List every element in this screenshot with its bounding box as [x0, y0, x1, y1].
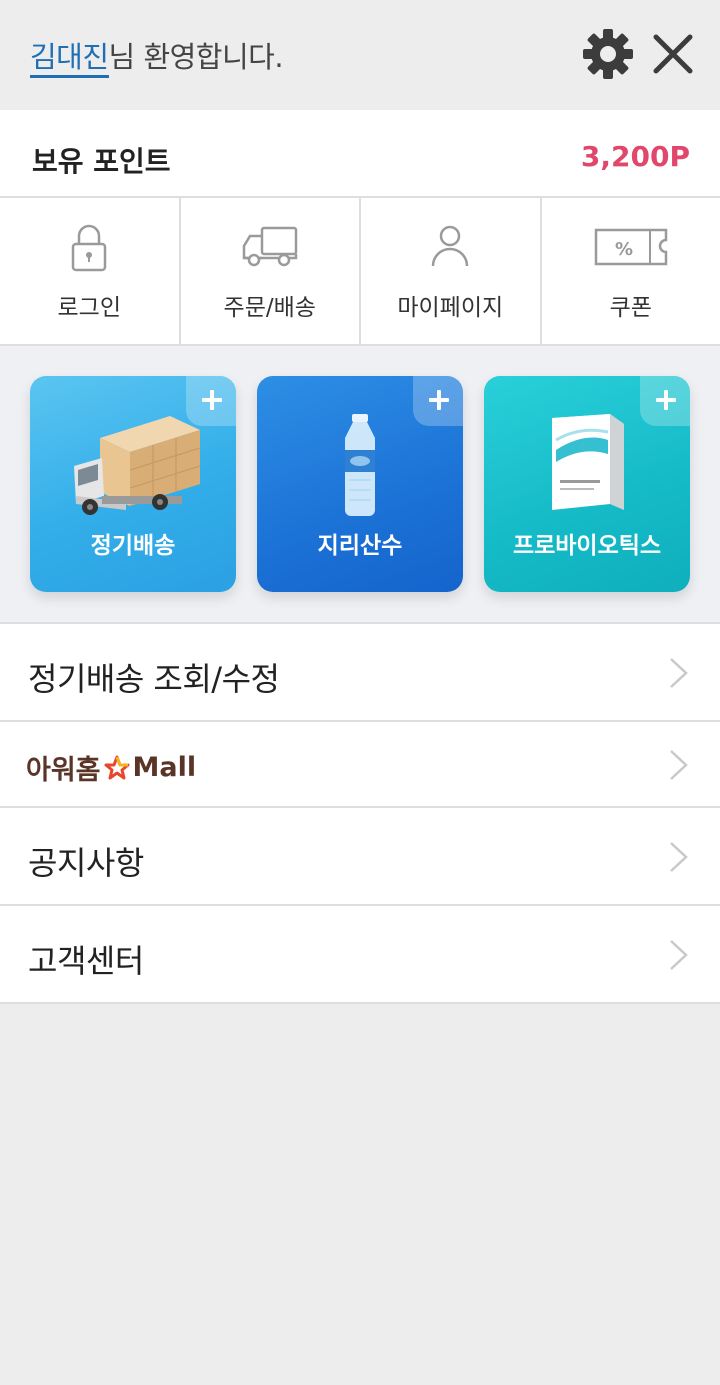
card-label: 정기배송 [90, 533, 176, 559]
card-label: 지리산수 [317, 533, 403, 559]
quick-menu-label: 쿠폰 [609, 295, 652, 321]
quick-menu: 로그인 주문/배송 마이페이지 % 쿠폰 [0, 198, 720, 346]
close-icon[interactable] [647, 28, 699, 80]
menu-item-notice[interactable]: 공지사항 [0, 808, 720, 906]
menu-item-ourhome-mall[interactable]: 아워홈 Mall [0, 722, 720, 808]
person-icon [432, 225, 469, 267]
ourhome-mall-logo-kr: 아워홈 [26, 755, 101, 786]
lock-icon [72, 224, 107, 272]
probiotics-box-image [552, 414, 624, 510]
star-icon [104, 755, 130, 779]
menu-item-label: 정기배송 조회/수정 [28, 660, 280, 698]
menu-item-label: 공지사항 [28, 844, 144, 882]
welcome-suffix: 님 환영합니다. [108, 40, 284, 74]
points-value: 3,200P [580, 140, 690, 173]
gear-icon[interactable] [582, 28, 634, 80]
quick-menu-mypage[interactable]: 마이페이지 [361, 198, 542, 344]
card-jirisan-water[interactable]: 지리산수 [257, 376, 463, 592]
points-row[interactable]: 보유 포인트 3,200P [0, 110, 720, 198]
quick-menu-orders[interactable]: 주문/배송 [181, 198, 361, 344]
quick-menu-login[interactable]: 로그인 [0, 198, 181, 344]
delivery-truck-image [74, 416, 201, 515]
coupon-icon: % [594, 228, 667, 266]
quick-menu-label: 주문/배송 [223, 295, 316, 321]
truck-icon [242, 226, 297, 267]
menu-list: 정기배송 조회/수정 아워홈 Mall 공지사항 고객센터 [0, 624, 720, 1004]
welcome-message: 김대진님 환영합니다. [30, 34, 284, 78]
card-regular-delivery[interactable]: 정기배송 [30, 376, 236, 592]
quick-menu-label: 로그인 [57, 295, 121, 321]
chevron-right-icon [670, 658, 688, 688]
header: 김대진님 환영합니다. [0, 0, 720, 110]
user-name[interactable]: 김대진 [30, 40, 109, 78]
water-bottle-image [345, 414, 375, 516]
quick-menu-label: 마이페이지 [397, 295, 504, 321]
ourhome-mall-logo: 아워홈 Mall [26, 748, 196, 787]
chevron-right-icon [670, 750, 688, 780]
menu-item-customer-center[interactable]: 고객센터 [0, 906, 720, 1004]
chevron-right-icon [670, 940, 688, 970]
svg-text:%: % [615, 239, 633, 260]
chevron-right-icon [670, 842, 688, 872]
points-label: 보유 포인트 [32, 145, 171, 178]
menu-item-label: 고객센터 [28, 942, 144, 980]
menu-item-delivery-edit[interactable]: 정기배송 조회/수정 [0, 624, 720, 722]
product-cards: 정기배송 지리산수 프로바이오틱스 [0, 346, 720, 624]
quick-menu-coupon[interactable]: % 쿠폰 [542, 198, 720, 344]
card-probiotics[interactable]: 프로바이오틱스 [484, 376, 690, 592]
ourhome-mall-logo-en: Mall [132, 752, 197, 783]
card-label: 프로바이오틱스 [512, 533, 662, 559]
